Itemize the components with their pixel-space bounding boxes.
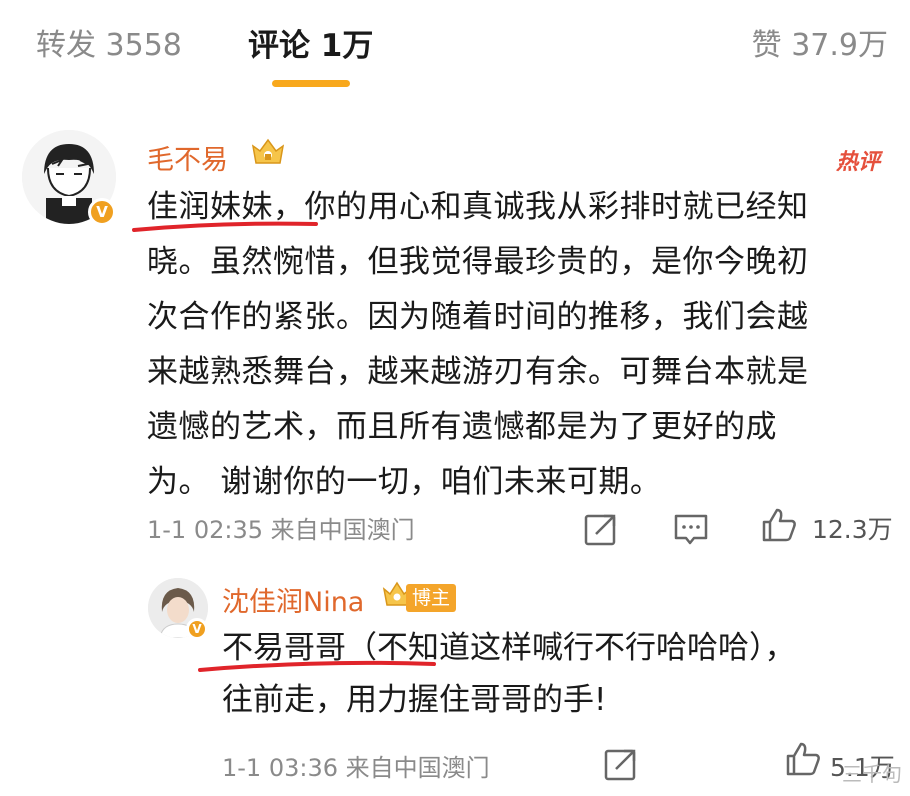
tab-active-indicator <box>272 80 350 87</box>
like-icon[interactable] <box>784 740 822 778</box>
comment-timestamp-location: 1-1 02:35 来自中国澳门 <box>147 516 415 544</box>
like-icon[interactable] <box>760 506 798 544</box>
comment-line: 晓。虽然惋惜，但我觉得最珍贵的，是你今晚初 <box>147 244 809 280</box>
comment-line: 次合作的紧张。因为随着时间的推移，我们会越 <box>147 299 809 335</box>
reply-icon[interactable] <box>672 510 710 548</box>
like-count: 12.3万 <box>812 515 893 544</box>
comment-line: 为。 谢谢你的一切，咱们未来可期。 <box>147 464 662 500</box>
author-badge: 博主 <box>406 584 457 612</box>
comment-line: 遗憾的艺术，而且所有遗憾都是为了更好的成 <box>147 409 777 445</box>
reply-timestamp-location: 1-1 03:36 来自中国澳门 <box>222 754 490 782</box>
verified-icon: V <box>88 198 116 226</box>
tab-repost[interactable]: 转发 3558 <box>36 20 182 64</box>
verified-icon: V <box>186 618 208 640</box>
tab-comment[interactable]: 评论 1万 <box>248 20 373 65</box>
comment-author[interactable]: 毛不易 <box>147 138 228 177</box>
red-underline-annotation <box>198 660 436 672</box>
share-icon[interactable] <box>602 745 640 783</box>
share-icon[interactable] <box>582 510 620 548</box>
comment-line: 来越熟悉舞台，越来越游刃有余。可舞台本就是 <box>147 354 809 390</box>
reply-author[interactable]: 沈佳润Nina <box>222 580 364 619</box>
watermark: 三千句 <box>842 762 902 786</box>
crown-icon <box>251 138 285 164</box>
red-underline-annotation <box>132 221 318 232</box>
hot-comment-badge: 热评 <box>835 150 880 175</box>
tab-like[interactable]: 赞 37.9万 <box>752 20 888 64</box>
comment-tabs: 转发 3558 评论 1万 赞 37.9万 <box>0 0 910 100</box>
